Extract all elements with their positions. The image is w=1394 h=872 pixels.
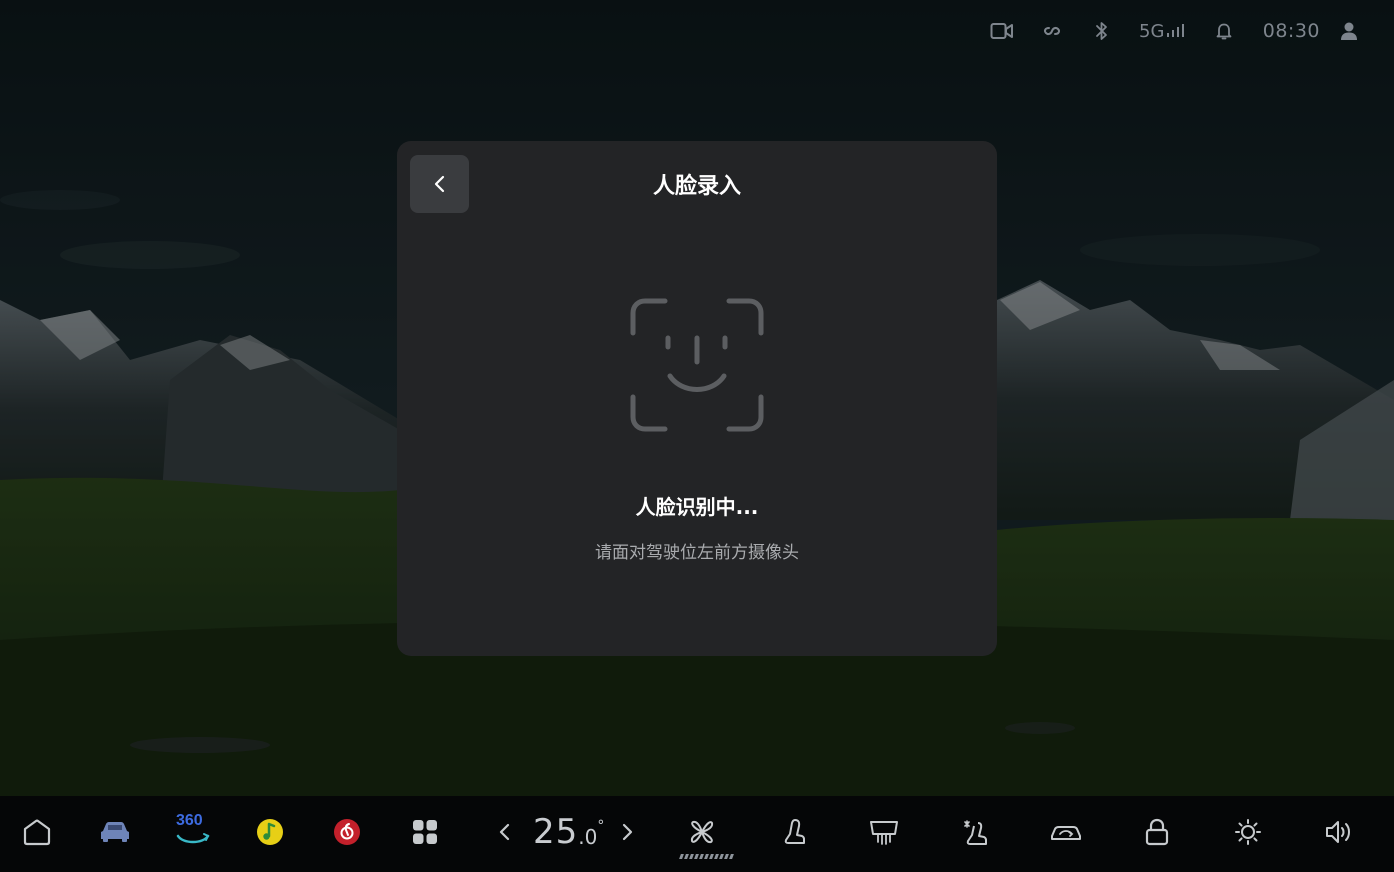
temp-increase-button[interactable] — [604, 810, 650, 854]
recognition-hint: 请面对驾驶位左前方摄像头 — [595, 543, 799, 563]
bell-icon[interactable] — [1199, 16, 1249, 46]
360-label: 360 — [176, 812, 203, 829]
bottom-dock: 360 25 .0 ° — [0, 796, 1394, 872]
lock-icon[interactable] — [1132, 810, 1182, 854]
status-bar: 5G 08:30 — [977, 0, 1394, 62]
temperature-decimal: .0 — [578, 825, 598, 849]
volume-icon[interactable] — [1314, 810, 1364, 854]
chevron-right-icon — [622, 823, 633, 841]
face-enrollment-dialog: 人脸录入 人脸识别中... 请面对驾驶位左前方摄像头 — [397, 141, 997, 656]
bluetooth-icon[interactable] — [1077, 16, 1127, 46]
temperature-display: 25 .0 ° — [533, 810, 604, 854]
netease-music-icon[interactable] — [322, 810, 372, 854]
signal-bars-icon — [1167, 24, 1185, 37]
home-icon[interactable] — [12, 810, 62, 854]
face-id-icon — [630, 298, 764, 432]
fan-icon[interactable] — [677, 810, 727, 854]
chevron-left-icon — [499, 823, 510, 841]
network-signal: 5G — [1127, 16, 1199, 46]
user-icon[interactable] — [1334, 16, 1364, 46]
dialog-title: 人脸录入 — [652, 174, 741, 199]
car-recirculation-icon[interactable] — [1041, 810, 1091, 854]
car-icon[interactable] — [90, 810, 140, 854]
camera-icon[interactable] — [977, 16, 1027, 46]
temperature-integer: 25 — [533, 812, 579, 852]
360-view-icon[interactable]: 360 — [168, 810, 218, 854]
seat-vent-icon[interactable] — [950, 810, 1000, 854]
seat-heat-icon[interactable] — [768, 810, 818, 854]
link-icon[interactable] — [1027, 16, 1077, 46]
network-label: 5G — [1139, 20, 1165, 42]
recognition-status: 人脸识别中... — [635, 495, 759, 519]
music-app-icon[interactable] — [245, 810, 295, 854]
brightness-icon[interactable] — [1223, 810, 1273, 854]
fan-speed-indicator — [679, 854, 734, 859]
clock: 08:30 — [1262, 20, 1320, 42]
temp-decrease-button[interactable] — [482, 810, 528, 854]
rear-defrost-icon[interactable] — [859, 810, 909, 854]
apps-grid-icon[interactable] — [400, 810, 450, 854]
